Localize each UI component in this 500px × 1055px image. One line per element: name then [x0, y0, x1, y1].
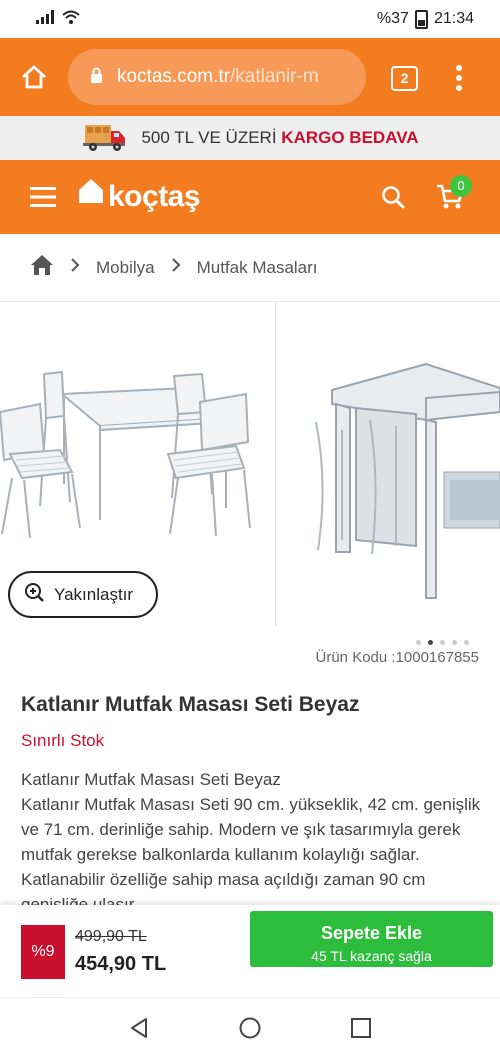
carousel-dot[interactable]: [452, 640, 457, 645]
url-host: koctas.com.tr: [117, 66, 230, 87]
old-price: 499,90 TL: [75, 928, 147, 945]
browser-toolbar: koctas.com.tr/katlanir-m 2: [0, 38, 500, 116]
promo-highlight: KARGO BEDAVA: [281, 128, 419, 147]
delivery-truck-icon: [81, 119, 129, 158]
battery-percent: %37: [376, 10, 409, 27]
promo-text: 500 TL VE ÜZERİ: [141, 128, 277, 147]
more-options-icon[interactable]: [455, 65, 463, 96]
search-icon[interactable]: [381, 185, 405, 214]
carousel-dot[interactable]: [440, 640, 445, 645]
product-title: Katlanır Mutfak Masası Seti Beyaz: [21, 693, 360, 716]
free-shipping-banner[interactable]: 500 TL VE ÜZERİ KARGO BEDAVA: [0, 116, 500, 160]
product-code: Ürün Kodu :1000167855: [315, 649, 479, 666]
zoom-button[interactable]: Yakınlaştır: [8, 571, 158, 618]
carousel-dot[interactable]: [464, 640, 469, 645]
wifi-icon: [62, 10, 80, 29]
discount-badge: %9: [21, 925, 65, 979]
address-bar[interactable]: koctas.com.tr/katlanir-m: [68, 49, 366, 105]
breadcrumb-item-mutfak-masalari[interactable]: Mutfak Masaları: [197, 258, 318, 278]
back-icon[interactable]: [128, 1017, 150, 1044]
product-image-folded-table[interactable]: [276, 302, 500, 632]
house-logo-icon: [78, 178, 104, 212]
clock: 21:34: [433, 10, 474, 27]
system-navigation-bar: [0, 997, 500, 1055]
carousel-dot[interactable]: [428, 640, 433, 645]
breadcrumb-item-mobilya[interactable]: Mobilya: [96, 258, 155, 278]
home-circle-icon[interactable]: [239, 1017, 261, 1044]
battery-icon: [414, 9, 428, 29]
chevron-right-icon: [171, 257, 181, 278]
page: %37 21:34 koctas.com.tr/katlanir-m 2 500…: [0, 0, 500, 1055]
chevron-right-icon: [70, 257, 80, 278]
logo-text: koçtaş: [108, 180, 201, 213]
signal-icon: [36, 9, 54, 29]
breadcrumb-home-icon[interactable]: [30, 253, 54, 282]
hamburger-menu-icon[interactable]: [30, 187, 56, 212]
site-header: koçtaş: [0, 160, 500, 234]
savings-label: 45 TL kazanç sağla: [311, 947, 432, 964]
cart-count-badge: 0: [450, 175, 472, 197]
product-description: Katlanır Mutfak Masası Seti Beyaz Katlan…: [21, 767, 483, 907]
lock-icon: [90, 67, 103, 88]
status-bar: %37 21:34: [0, 0, 500, 38]
zoom-label: Yakınlaştır: [54, 584, 134, 604]
home-icon[interactable]: [20, 64, 48, 95]
carousel-pagination: [416, 640, 469, 645]
description-body: Katlanır Mutfak Masası Seti 90 cm. yükse…: [21, 795, 481, 907]
description-title: Katlanır Mutfak Masası Seti Beyaz: [21, 770, 281, 789]
stock-status: Sınırlı Stok: [21, 731, 105, 750]
carousel-dot[interactable]: [416, 640, 421, 645]
breadcrumb: Mobilya Mutfak Masaları: [0, 234, 500, 302]
add-to-cart-label: Sepete Ekle: [320, 922, 423, 943]
add-to-cart-button[interactable]: Sepete Ekle 45 TL kazanç sağla: [250, 911, 493, 967]
koctas-logo[interactable]: koçtaş: [78, 178, 201, 213]
recent-apps-icon[interactable]: [351, 1018, 371, 1043]
zoom-in-icon: [24, 582, 44, 607]
url-path: /katlanir-m: [229, 66, 319, 87]
tab-switcher-button[interactable]: 2: [391, 66, 418, 91]
current-price: 454,90 TL: [75, 953, 167, 975]
